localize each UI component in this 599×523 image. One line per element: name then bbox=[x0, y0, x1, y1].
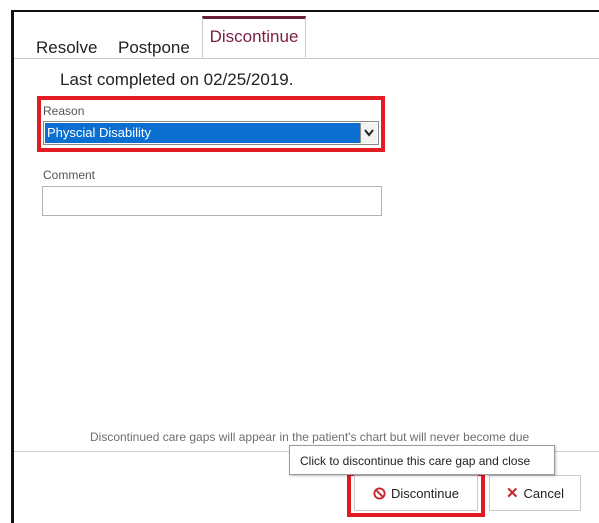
last-completed-text: Last completed on 02/25/2019. bbox=[60, 70, 294, 89]
tab-bar: Resolve Postpone Discontinue bbox=[14, 12, 599, 59]
tab-postpone[interactable]: Postpone bbox=[118, 38, 190, 58]
reason-label: Reason bbox=[43, 104, 85, 118]
ban-icon bbox=[373, 486, 386, 500]
cancel-button-label: Cancel bbox=[523, 485, 565, 501]
x-icon: ✕ bbox=[505, 484, 519, 502]
comment-field[interactable] bbox=[42, 186, 382, 216]
tab-discontinue[interactable]: Discontinue bbox=[202, 16, 306, 58]
reason-selected-value: Physcial Disability bbox=[45, 123, 361, 143]
discontinue-button[interactable]: Discontinue bbox=[354, 475, 478, 511]
discontinue-button-label: Discontinue bbox=[391, 485, 459, 501]
care-gap-dialog: Resolve Postpone Discontinue Last comple… bbox=[0, 0, 599, 523]
discontinue-tooltip: Click to discontinue this care gap and c… bbox=[289, 445, 555, 475]
discontinue-info-note: Discontinued care gaps will appear in th… bbox=[90, 430, 530, 444]
tab-resolve[interactable]: Resolve bbox=[36, 38, 97, 58]
reason-dropdown[interactable]: Physcial Disability bbox=[43, 121, 379, 145]
comment-label: Comment bbox=[43, 168, 96, 182]
window-left-border bbox=[11, 10, 14, 523]
cancel-button[interactable]: ✕ Cancel bbox=[489, 475, 581, 511]
chevron-down-icon[interactable] bbox=[360, 123, 377, 143]
